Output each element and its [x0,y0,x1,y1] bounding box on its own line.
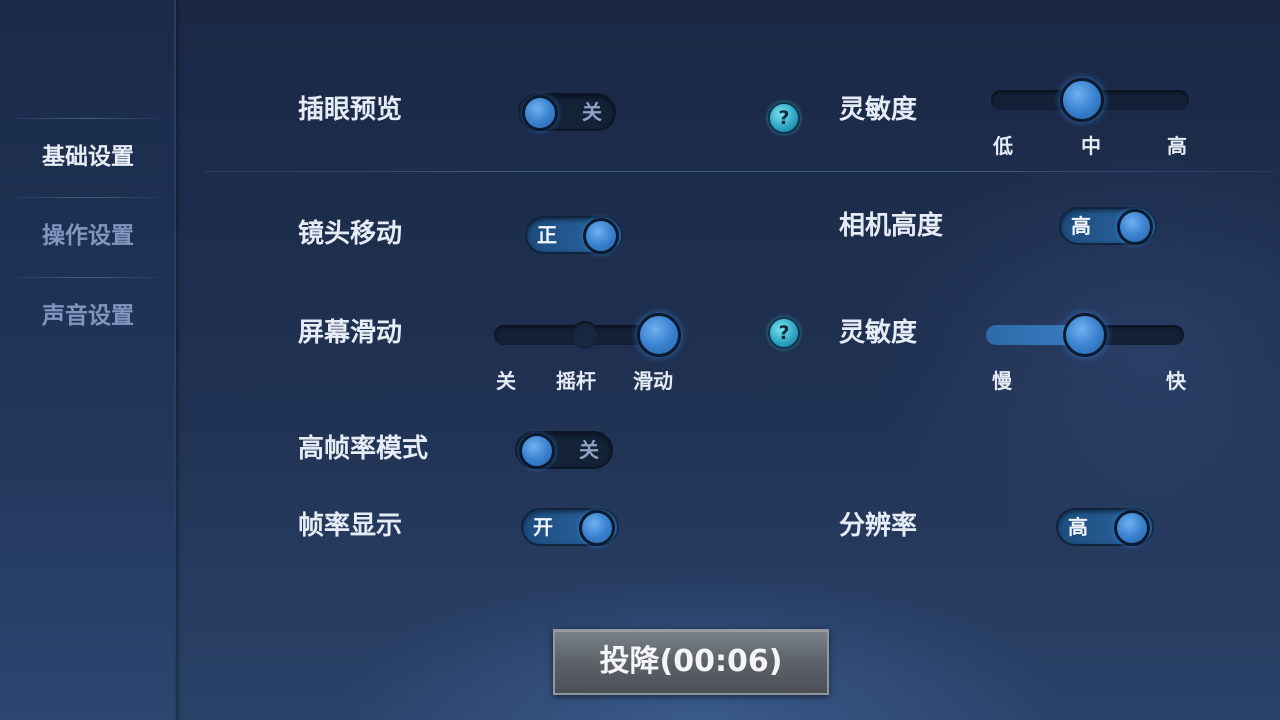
slide-sensitivity-max-label: 快 [1166,369,1186,393]
resolution-toggle[interactable]: 高 [1056,508,1154,546]
fps-display-toggle[interactable]: 开 [521,508,619,546]
toggle-state-text: 高 [1068,515,1088,539]
screen-slide-slider-knob[interactable] [637,313,681,357]
toggle-state-text: 开 [533,515,553,539]
sidebar-divider [16,197,158,198]
high-fps-toggle[interactable]: 关 [515,431,613,469]
screen-slide-label: 屏幕滑动 [298,318,403,348]
screen-slide-option-slide[interactable]: 滑动 [633,368,673,394]
slide-sensitivity-slider-knob[interactable] [1063,313,1107,357]
toggle-knob [1114,510,1150,546]
sidebar-item-sound-settings[interactable]: 声音设置 [0,296,176,336]
sensitivity-option-high[interactable]: 高 [1167,133,1187,159]
ward-preview-label: 插眼预览 [298,95,403,125]
toggle-knob [522,95,558,131]
resolution-label: 分辨率 [839,511,918,541]
sidebar-item-basic-settings[interactable]: 基础设置 [0,137,176,177]
section-divider [204,171,1280,172]
toggle-knob [579,510,615,546]
toggle-state-text: 关 [582,100,602,124]
surrender-button[interactable]: 投降(00:06) [553,629,829,695]
sensitivity-option-low[interactable]: 低 [993,133,1013,159]
sidebar-divider [16,118,158,119]
ward-preview-help-icon[interactable]: ? [768,102,800,134]
camera-move-label: 镜头移动 [298,219,403,249]
sidebar-item-control-settings[interactable]: 操作设置 [0,216,176,256]
slide-sensitivity-min-label: 慢 [992,369,1012,393]
sensitivity-option-mid[interactable]: 中 [1081,133,1101,159]
screen-slide-option-off[interactable]: 关 [496,368,516,394]
sensitivity-slider-knob[interactable] [1060,78,1104,122]
fps-display-label: 帧率显示 [298,511,403,541]
camera-height-label: 相机高度 [839,211,944,241]
sidebar-divider [16,277,158,278]
slider-notch [571,321,599,349]
toggle-state-text: 关 [579,438,599,462]
toggle-state-text: 正 [537,223,557,247]
toggle-knob [519,433,555,469]
toggle-knob [583,218,619,254]
sensitivity-label: 灵敏度 [839,95,918,125]
ward-preview-toggle[interactable]: 关 [518,93,616,131]
slide-sensitivity-label: 灵敏度 [839,318,918,348]
screen-slide-option-joystick[interactable]: 摇杆 [556,368,596,394]
camera-height-toggle[interactable]: 高 [1059,207,1157,245]
high-fps-label: 高帧率模式 [298,434,429,464]
screen-slide-help-icon[interactable]: ? [768,317,800,349]
toggle-knob [1117,209,1153,245]
toggle-state-text: 高 [1071,214,1091,238]
settings-sidebar: 基础设置 操作设置 声音设置 [0,0,176,720]
camera-move-toggle[interactable]: 正 [525,216,623,254]
